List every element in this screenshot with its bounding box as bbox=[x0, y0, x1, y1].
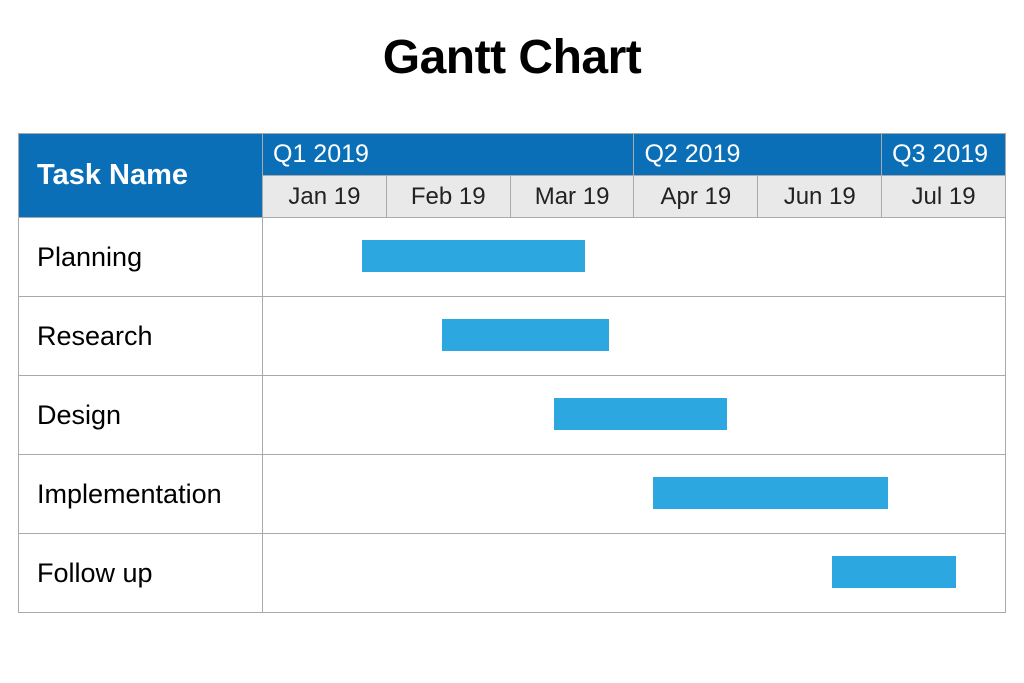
quarter-header-q2: Q2 2019 bbox=[634, 134, 882, 176]
task-name-cell: Follow up bbox=[19, 534, 263, 613]
task-name-cell: Implementation bbox=[19, 455, 263, 534]
month-header: Jan 19 bbox=[263, 176, 387, 218]
month-header: Apr 19 bbox=[634, 176, 758, 218]
bar-lane bbox=[263, 376, 1005, 454]
table-row: Planning bbox=[19, 218, 1006, 297]
month-header: Mar 19 bbox=[510, 176, 634, 218]
task-name-cell: Planning bbox=[19, 218, 263, 297]
month-header: Feb 19 bbox=[386, 176, 510, 218]
quarter-header-q3: Q3 2019 bbox=[882, 134, 1006, 176]
gantt-bar-implementation bbox=[653, 477, 888, 509]
table-row: Implementation bbox=[19, 455, 1006, 534]
task-name-cell: Design bbox=[19, 376, 263, 455]
bar-lane bbox=[263, 455, 1005, 533]
month-header: Jun 19 bbox=[758, 176, 882, 218]
chart-title: Gantt Chart bbox=[18, 30, 1006, 85]
gantt-table: Task Name Q1 2019 Q2 2019 Q3 2019 Jan 19… bbox=[18, 133, 1006, 613]
table-row: Design bbox=[19, 376, 1006, 455]
bar-lane bbox=[263, 218, 1005, 296]
gantt-bar-research bbox=[442, 319, 609, 351]
bar-lane bbox=[263, 534, 1005, 612]
gantt-bar-planning bbox=[362, 240, 585, 272]
gantt-bar-followup bbox=[832, 556, 956, 588]
task-name-cell: Research bbox=[19, 297, 263, 376]
task-name-header: Task Name bbox=[19, 134, 263, 218]
month-header: Jul 19 bbox=[882, 176, 1006, 218]
gantt-bar-design bbox=[554, 398, 727, 430]
table-row: Research bbox=[19, 297, 1006, 376]
bar-lane bbox=[263, 297, 1005, 375]
table-row: Follow up bbox=[19, 534, 1006, 613]
quarter-header-q1: Q1 2019 bbox=[263, 134, 634, 176]
